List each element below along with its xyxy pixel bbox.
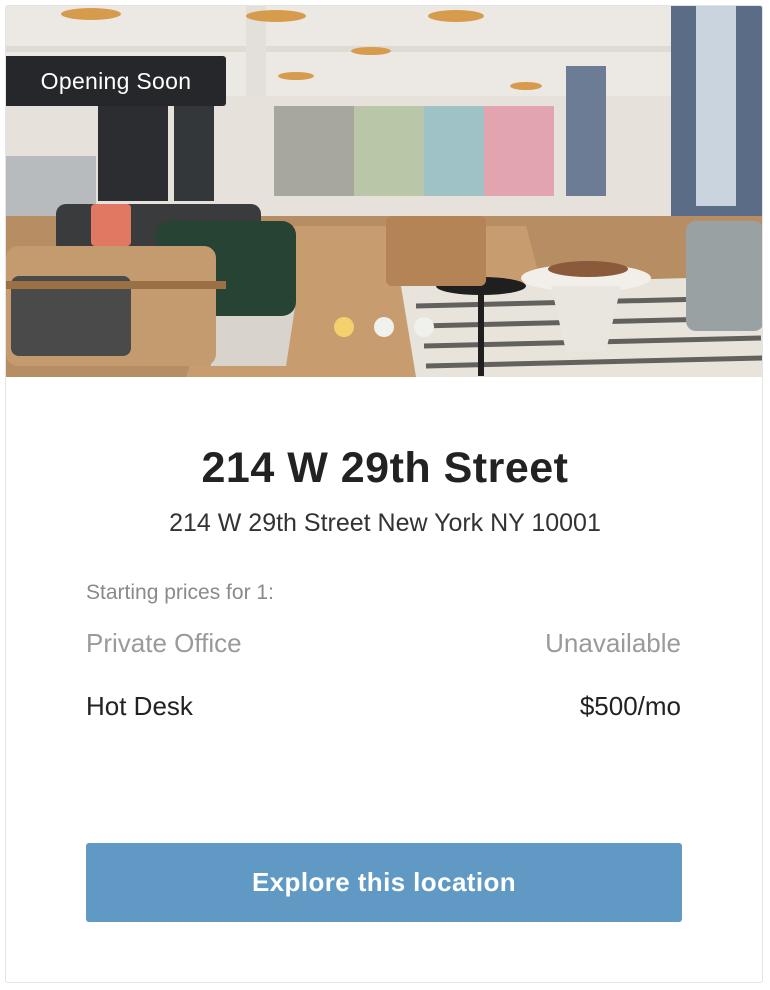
- price-row-private-office: Private Office Unavailable: [86, 628, 681, 659]
- price-row-value: Unavailable: [545, 628, 681, 658]
- price-row-value: $500/mo: [579, 691, 681, 721]
- starting-prices-label: Starting prices for 1:: [86, 581, 274, 604]
- opening-soon-badge: Opening Soon: [6, 56, 226, 106]
- carousel-dot-1[interactable]: [334, 317, 354, 337]
- price-row-name: Private Office: [86, 628, 242, 658]
- explore-location-button[interactable]: Explore this location: [86, 843, 682, 922]
- carousel-dot-2[interactable]: [374, 317, 394, 337]
- price-row-name: Hot Desk: [86, 691, 193, 721]
- location-title: 214 W 29th Street: [201, 444, 569, 492]
- price-row-hot-desk: Hot Desk $500/mo: [86, 691, 681, 722]
- carousel-dot-3[interactable]: [414, 317, 434, 337]
- location-address: 214 W 29th Street New York NY 10001: [169, 509, 601, 537]
- location-photo[interactable]: Opening Soon: [6, 6, 762, 377]
- carousel-indicator: [334, 317, 434, 337]
- location-card: Opening Soon 214 W 29th Street 214 W 29t…: [5, 5, 763, 983]
